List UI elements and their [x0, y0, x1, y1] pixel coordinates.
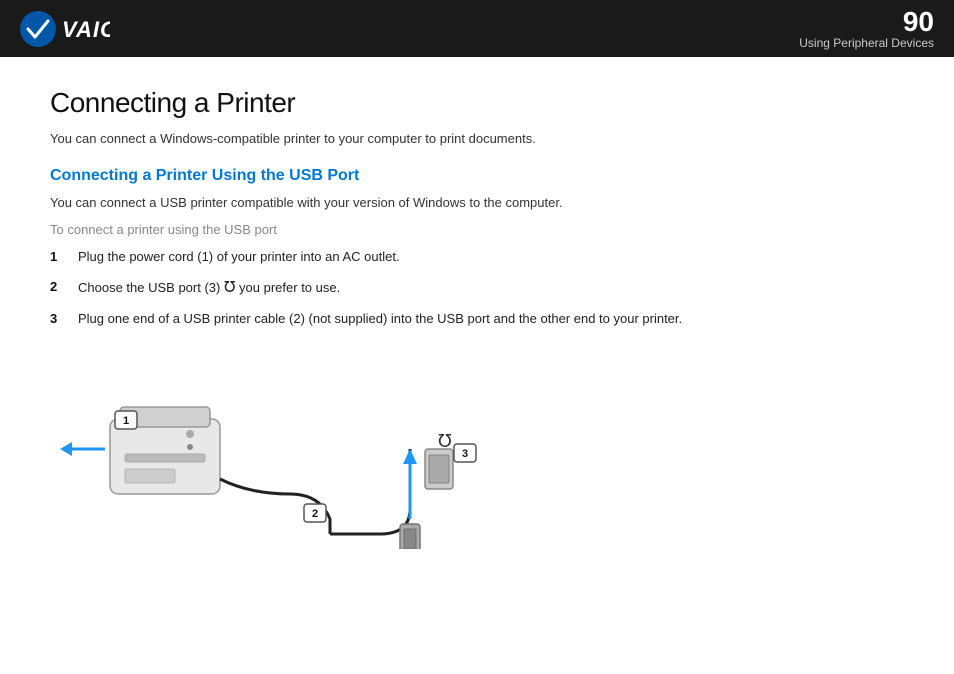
page-number: 90 [799, 8, 934, 36]
page-header: VAIO 90 Using Peripheral Devices [0, 0, 954, 57]
svg-text:℧: ℧ [438, 431, 452, 451]
step-3-number: 3 [50, 309, 78, 329]
step-3-text: Plug one end of a USB printer cable (2) … [78, 309, 904, 329]
svg-text:1: 1 [123, 415, 129, 427]
step-1: 1 Plug the power cord (1) of your printe… [50, 247, 904, 267]
usb-intro: You can connect a USB printer compatible… [50, 193, 904, 213]
svg-text:3: 3 [462, 448, 468, 460]
main-content: Connecting a Printer You can connect a W… [0, 57, 954, 569]
steps-list: 1 Plug the power cord (1) of your printe… [50, 247, 904, 329]
header-info: 90 Using Peripheral Devices [799, 8, 934, 50]
intro-paragraph: You can connect a Windows-compatible pri… [50, 129, 904, 149]
step-2-text: Choose the USB port (3) ℧ you prefer to … [78, 277, 904, 300]
usb-section-title: Connecting a Printer Using the USB Port [50, 167, 904, 185]
svg-text:2: 2 [312, 508, 318, 520]
svg-text:VAIO: VAIO [62, 17, 110, 42]
step-1-number: 1 [50, 247, 78, 267]
page-title: Connecting a Printer [50, 87, 904, 119]
step-2: 2 Choose the USB port (3) ℧ you prefer t… [50, 277, 904, 300]
step-3: 3 Plug one end of a USB printer cable (2… [50, 309, 904, 329]
step-2-number: 2 [50, 277, 78, 297]
step-1-text: Plug the power cord (1) of your printer … [78, 247, 904, 267]
procedure-heading: To connect a printer using the USB port [50, 222, 904, 237]
section-title-header: Using Peripheral Devices [799, 36, 934, 50]
usb-symbol-icon: ℧ [224, 279, 235, 296]
vaio-logo: VAIO [20, 11, 110, 47]
connection-diagram: 1 2 ℧ 3 [50, 349, 550, 549]
